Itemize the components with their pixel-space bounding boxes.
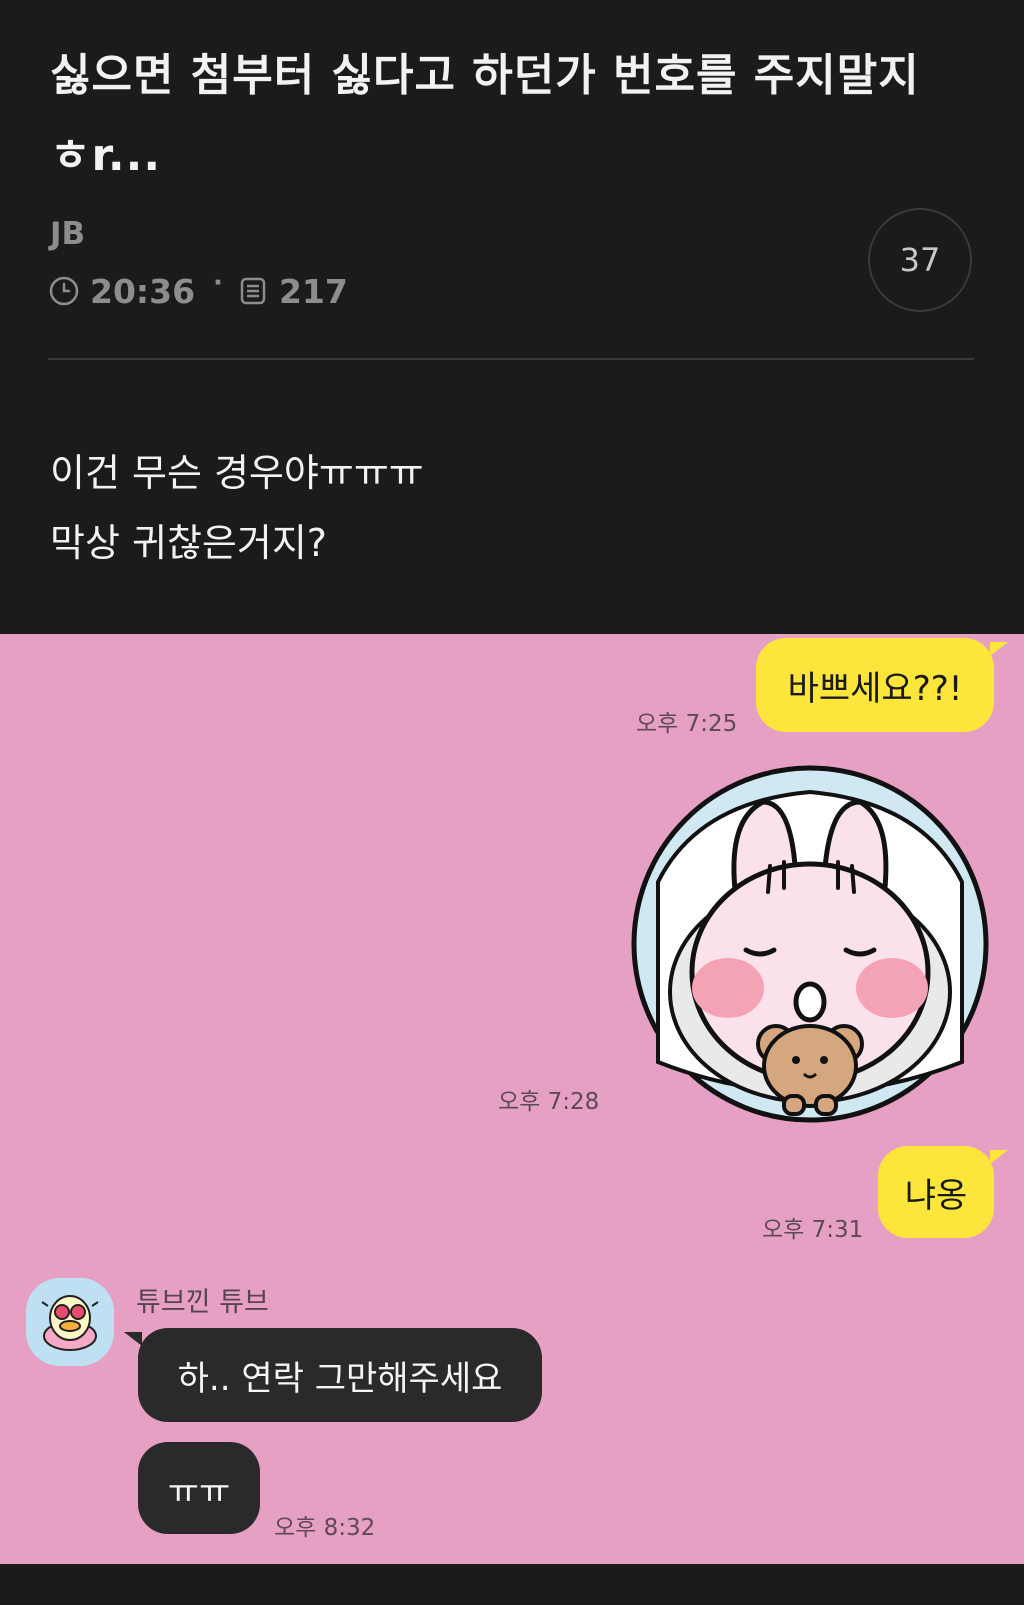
message-text: 냐옹	[904, 1175, 968, 1216]
post-title: 싫으면 첨부터 싫다고 하던가 번호를 주지말지 ㅎr...	[50, 36, 980, 196]
reply-text: 하.. 연락 그만해주세요	[177, 1358, 503, 1399]
post-body: 이건 무슨 경우야ㅠㅠㅠ 막상 귀찮은거지?	[50, 438, 980, 578]
message-time: 오후 7:28	[498, 1089, 600, 1115]
meta-separator: ·	[213, 268, 223, 298]
post-title-line-2: ㅎr...	[50, 130, 162, 181]
author-name[interactable]: JB	[50, 216, 85, 252]
bubble-tail	[124, 1332, 142, 1346]
reply-text: ㅠㅠ	[167, 1471, 231, 1512]
post-header: 싫으면 첨부터 싫다고 하던가 번호를 주지말지 ㅎr... JB 20:36 …	[0, 0, 1024, 634]
document-icon	[240, 277, 266, 305]
message-text: 바쁘세요??!	[787, 668, 963, 709]
divider	[48, 358, 974, 360]
message-time: 오후 7:31	[762, 1217, 864, 1243]
view-count: 217	[278, 271, 348, 311]
reply-bubble-crying: ㅠㅠ	[138, 1442, 260, 1534]
footer-bar	[0, 1564, 1024, 1605]
bubble-tail	[990, 642, 1008, 656]
comment-count: 37	[899, 241, 941, 279]
profile-avatar[interactable]	[26, 1278, 114, 1366]
message-bubble-busy: 바쁘세요??!	[756, 638, 994, 732]
message-bubble-meow: 냐옹	[878, 1146, 994, 1238]
bubble-tail	[990, 1150, 1008, 1164]
post-body-line-1: 이건 무슨 경우야ㅠㅠㅠ	[50, 451, 424, 495]
message-time: 오후 7:25	[636, 711, 738, 737]
sleeping-bunny-sticker	[631, 765, 989, 1123]
chat-screenshot: 바쁘세요??! 오후 7:25 오후 7:28 냐옹 오후 7:31 튜브낀 튜…	[0, 634, 1024, 1564]
post-time: 20:36	[90, 271, 196, 311]
sender-name: 튜브낀 튜브	[136, 1287, 269, 1318]
clock-icon	[49, 276, 79, 306]
reply-bubble-stop-contact: 하.. 연락 그만해주세요	[138, 1328, 542, 1422]
comment-count-button[interactable]: 37	[868, 208, 972, 312]
post-body-line-2: 막상 귀찮은거지?	[50, 521, 327, 565]
post-title-line-1: 싫으면 첨부터 싫다고 하던가 번호를 주지말지	[50, 50, 920, 101]
post-meta: 20:36 · 217	[48, 268, 348, 314]
message-time: 오후 8:32	[274, 1515, 376, 1541]
